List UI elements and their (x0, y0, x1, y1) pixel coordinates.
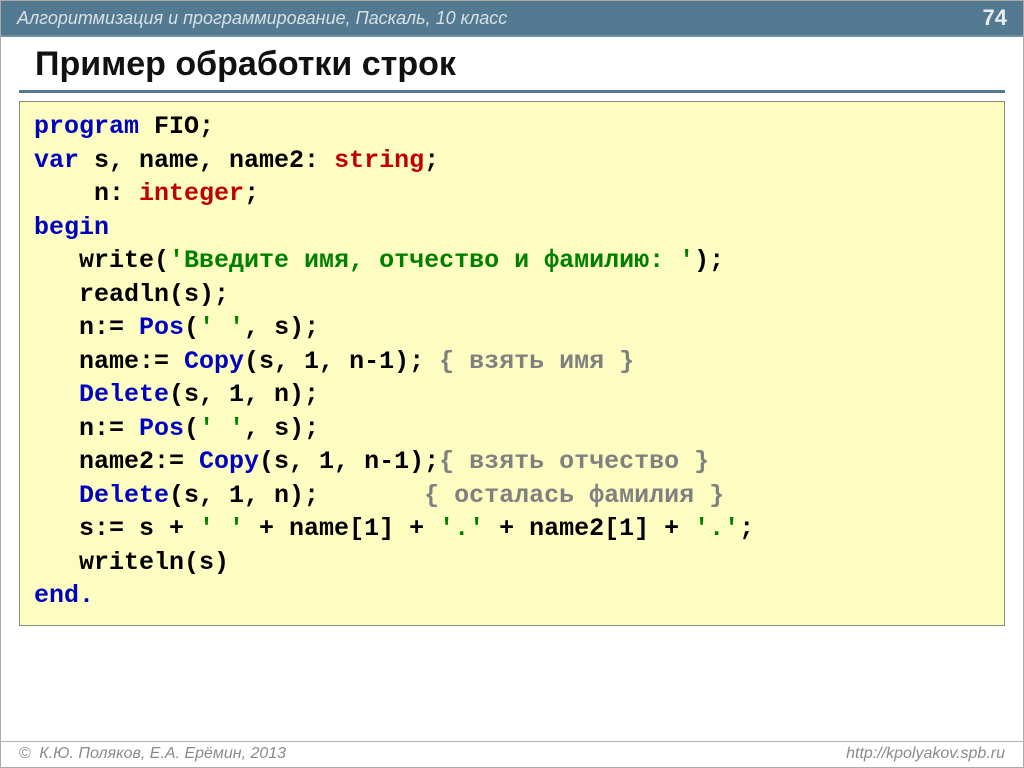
code-text: + name2[1] + (484, 514, 694, 543)
code-text: name2:= (34, 447, 199, 476)
code-text: ); (694, 246, 724, 275)
code-text: readln(s); (34, 280, 229, 309)
code-text: ; (244, 179, 259, 208)
code-text: var (34, 146, 79, 175)
code-text: Copy (199, 447, 259, 476)
course-label: Алгоритмизация и программирование, Паска… (17, 8, 507, 29)
code-text: Pos (139, 313, 184, 342)
code-text: s:= s + (34, 514, 199, 543)
code-text: ( (184, 414, 199, 443)
code-text (34, 380, 79, 409)
code-text: n: (34, 179, 139, 208)
code-text: program (34, 112, 139, 141)
code-text: '.' (439, 514, 484, 543)
code-text: { взять отчество } (439, 447, 709, 476)
page-number: 74 (983, 5, 1007, 31)
code-block: program FIO; var s, name, name2: string;… (19, 101, 1005, 626)
code-text: end. (34, 581, 94, 610)
code-text: , s); (244, 414, 319, 443)
code-text: ( (184, 313, 199, 342)
code-text: Pos (139, 414, 184, 443)
code-text: string (334, 146, 424, 175)
slide-title: Пример обработки строк (1, 37, 1023, 90)
slide: Алгоритмизация и программирование, Паска… (0, 0, 1024, 768)
code-text: name:= (34, 347, 184, 376)
code-text: Copy (184, 347, 244, 376)
content-area: program FIO; var s, name, name2: string;… (1, 93, 1023, 767)
copyright-text: К.Ю. Поляков, Е.А. Ерёмин, 2013 (35, 745, 286, 762)
code-text: (s, 1, n-1); (244, 347, 439, 376)
code-text: n:= (34, 414, 139, 443)
code-text: ' ' (199, 514, 244, 543)
code-text: ; (424, 146, 439, 175)
code-text (34, 481, 79, 510)
slide-footer: © К.Ю. Поляков, Е.А. Ерёмин, 2013 http:/… (1, 741, 1023, 767)
code-text: '.' (694, 514, 739, 543)
code-text: , s); (244, 313, 319, 342)
code-text: + name[1] + (244, 514, 439, 543)
code-text: 'Введите имя, отчество и фамилию: ' (169, 246, 694, 275)
code-text: Delete (79, 380, 169, 409)
code-text: { взять имя } (439, 347, 634, 376)
footer-url: http://kpolyakov.spb.ru (846, 745, 1005, 763)
slide-header: Алгоритмизация и программирование, Паска… (1, 1, 1023, 37)
code-text: integer (139, 179, 244, 208)
copyright: © К.Ю. Поляков, Е.А. Ерёмин, 2013 (19, 745, 286, 763)
code-text: s, name, name2: (79, 146, 334, 175)
code-text: FIO; (139, 112, 214, 141)
copyright-icon: © (19, 745, 31, 762)
code-text: (s, 1, n); (169, 481, 424, 510)
code-text: ; (739, 514, 754, 543)
code-text: begin (34, 213, 109, 242)
code-text: Delete (79, 481, 169, 510)
code-text: ' ' (199, 313, 244, 342)
code-text: ' ' (199, 414, 244, 443)
code-text: n:= (34, 313, 139, 342)
code-text: writeln(s) (34, 548, 229, 577)
code-text: { осталась фамилия } (424, 481, 724, 510)
code-text: (s, 1, n-1); (259, 447, 439, 476)
code-text: write( (34, 246, 169, 275)
code-text: (s, 1, n); (169, 380, 319, 409)
